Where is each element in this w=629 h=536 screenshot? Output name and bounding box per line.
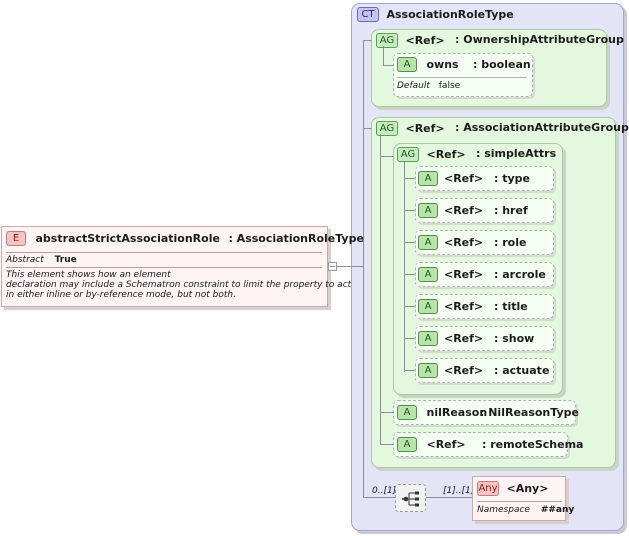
attribute-ref-name: : title — [494, 300, 528, 313]
attribute-ref-row: A <Ref> : arcrole — [418, 267, 546, 282]
doc-line-1: This element shows how an element — [6, 270, 171, 280]
attribute-ref-row: A <Ref> : role — [418, 235, 526, 250]
abstract-label: Abstract — [6, 255, 44, 265]
attribute-ref-name: : show — [494, 332, 535, 345]
attribute-badge-icon: A — [418, 203, 438, 218]
simple-attrs-ref: <Ref> — [426, 147, 466, 161]
owns-type: : boolean — [473, 58, 531, 71]
association-group-name: : AssociationAttributeGroup — [455, 121, 629, 134]
attribute-ref-row: A <Ref> : title — [418, 299, 528, 314]
element-header: E abstractStrictAssociationRole : Associ… — [6, 231, 364, 246]
complex-type-badge-icon: CT — [357, 7, 379, 22]
attribute-ref-row: A <Ref> : show — [418, 331, 534, 346]
nil-reason-type: : NilReasonType — [480, 406, 579, 419]
attribute-ref-name: : role — [494, 236, 527, 249]
simple-attrs-name: : simpleAttrs — [476, 147, 557, 160]
attribute-ref-label: <Ref> — [444, 363, 484, 377]
attribute-badge-icon: A — [418, 331, 438, 346]
attribute-badge-icon: A — [397, 437, 417, 452]
nil-reason-row: A nilReason : NilReasonType — [397, 405, 579, 420]
any-badge-icon: Any — [477, 481, 499, 496]
association-group-header: AG <Ref> : AssociationAttributeGroup — [376, 121, 629, 136]
ownership-group-header: AG <Ref> : OwnershipAttributeGroup — [376, 33, 624, 48]
complex-type-name: AssociationRoleType — [386, 7, 514, 21]
abstract-value: True — [54, 255, 77, 265]
attribute-ref-label: <Ref> — [444, 171, 484, 185]
attribute-badge-icon: A — [418, 267, 438, 282]
attribute-badge-icon: A — [397, 57, 417, 72]
attribute-ref-label: <Ref> — [444, 235, 484, 249]
attribute-group-badge-icon: AG — [397, 147, 419, 162]
collapse-toggle[interactable]: − — [328, 262, 337, 271]
element-abstract-row: Abstract True — [6, 255, 77, 265]
attribute-ref-name: : arcrole — [494, 268, 546, 281]
attribute-ref-label: <Ref> — [444, 267, 484, 281]
minus-icon: − — [329, 262, 336, 271]
element-badge-icon: E — [6, 231, 26, 246]
complex-type-header: CT AssociationRoleType — [357, 7, 514, 22]
element-type: : AssociationRoleType — [228, 231, 364, 245]
ownership-group-name: : OwnershipAttributeGroup — [455, 33, 624, 46]
attribute-ref-row: A <Ref> : href — [418, 203, 528, 218]
attribute-badge-icon: A — [397, 405, 417, 420]
attribute-ref-name: : type — [494, 172, 530, 185]
attribute-badge-icon: A — [418, 363, 438, 378]
attribute-ref-label: <Ref> — [444, 299, 484, 313]
sequence-icon — [402, 491, 419, 507]
attribute-badge-icon: A — [418, 171, 438, 186]
element-documentation: This element shows how an element declar… — [6, 270, 351, 300]
remote-schema-row: A <Ref> : remoteSchema — [397, 437, 583, 452]
any-namespace-label: Namespace — [477, 505, 530, 515]
attribute-ref-label: <Ref> — [444, 203, 484, 217]
doc-line-3: in either inline or by-reference mode, b… — [6, 290, 236, 300]
attribute-badge-icon: A — [418, 299, 438, 314]
any-header: Any <Any> — [477, 481, 548, 496]
owns-default-value: false — [438, 81, 461, 91]
attribute-ref-row: A <Ref> : actuate — [418, 363, 549, 378]
attribute-ref-name: : actuate — [494, 364, 550, 377]
any-namespace-value: ##any — [540, 505, 575, 515]
attribute-ref-row: A <Ref> : type — [418, 171, 530, 186]
element-name: abstractStrictAssociationRole — [35, 231, 220, 245]
owns-row: A owns : boolean — [397, 57, 531, 72]
owns-default-row: Default false — [397, 81, 460, 91]
nil-reason-name: nilReason — [426, 405, 488, 419]
owns-name: owns — [426, 57, 459, 71]
ownership-group-ref: <Ref> — [405, 33, 445, 47]
doc-line-2: declaration may include a Schematron con… — [6, 280, 352, 290]
remote-schema-ref: <Ref> — [426, 437, 466, 451]
remote-schema-name: : remoteSchema — [482, 438, 584, 451]
association-group-ref: <Ref> — [405, 121, 445, 135]
owns-default-label: Default — [397, 81, 430, 91]
any-name: <Any> — [506, 481, 549, 495]
attribute-ref-name: : href — [494, 204, 528, 217]
any-namespace-row: Namespace ##any — [477, 505, 574, 515]
attribute-group-badge-icon: AG — [376, 33, 398, 48]
simple-attrs-header: AG <Ref> : simpleAttrs — [397, 147, 556, 162]
attribute-ref-label: <Ref> — [444, 331, 484, 345]
attribute-badge-icon: A — [418, 235, 438, 250]
sequence-compositor[interactable] — [395, 484, 426, 512]
any-occurs: [1]..[1] — [443, 486, 475, 496]
sequence-min-occurs: 0..[1] — [372, 486, 397, 496]
